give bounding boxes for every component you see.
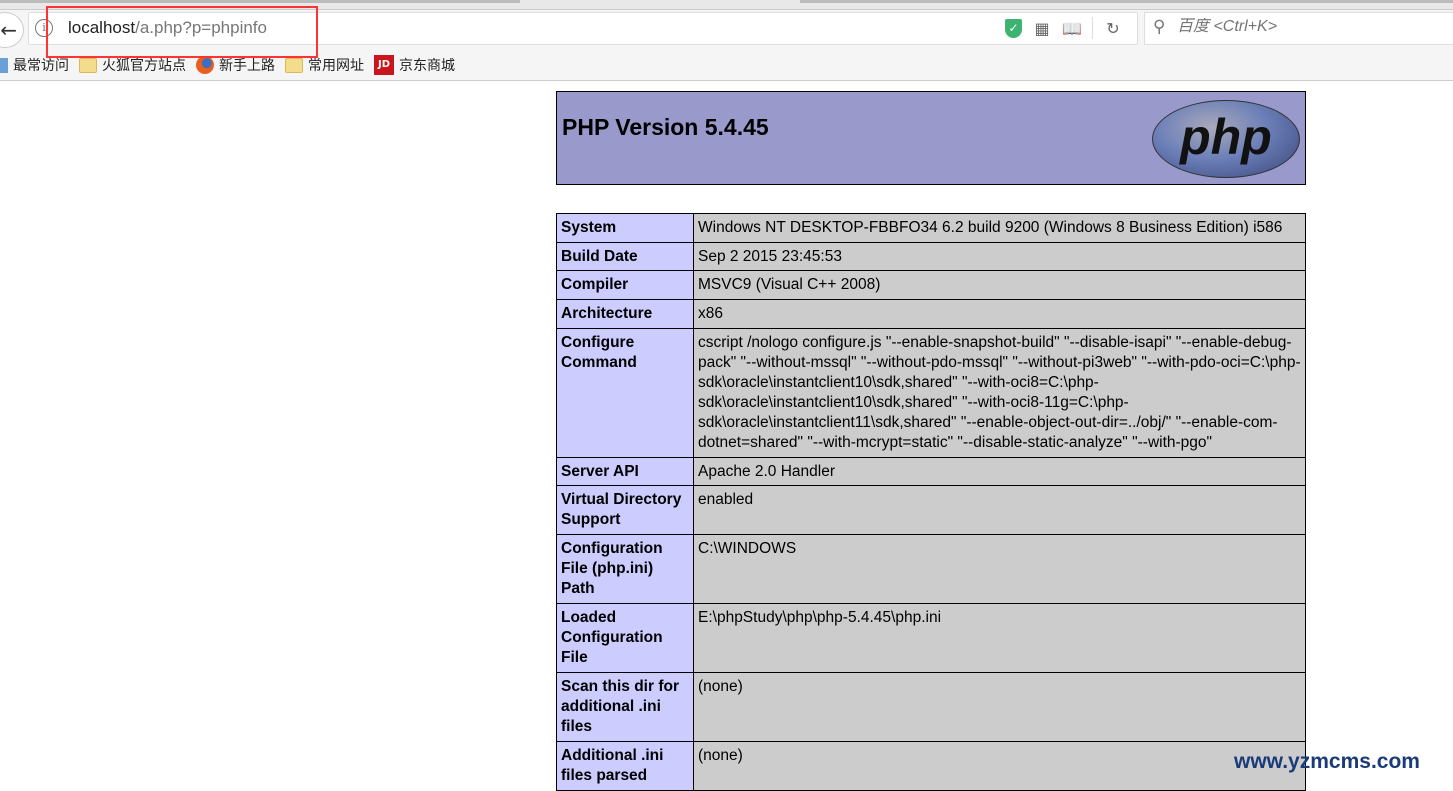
shield-check-icon[interactable]: ✓ (1005, 18, 1022, 38)
watermark: www.yzmcms.com (1234, 750, 1420, 773)
reload-icon[interactable]: ↻ (1103, 19, 1123, 38)
row-key: Virtual Directory Support (556, 485, 694, 535)
row-value: x86 (693, 299, 1306, 329)
table-row: Compiler MSVC9 (Visual C++ 2008) (556, 270, 1306, 300)
table-row: Architecture x86 (556, 299, 1306, 329)
folder-icon (79, 57, 97, 73)
page-title: PHP Version 5.4.45 (562, 114, 769, 140)
row-key: Compiler (556, 270, 694, 300)
back-button[interactable]: ← (0, 12, 24, 48)
bookmark-label: 京东商城 (399, 58, 455, 74)
table-row: Loaded Configuration File E:\phpStudy\php… (556, 603, 1306, 673)
row-value: Windows NT DESKTOP-FBBFO34 6.2 build 920… (693, 213, 1306, 243)
row-key: Configuration File (php.ini) Path (556, 534, 694, 604)
bookmark-label: 常用网址 (308, 58, 364, 74)
php-logo[interactable]: php (1152, 100, 1300, 178)
table-row: Build Date Sep 2 2015 23:45:53 (556, 242, 1306, 271)
search-input[interactable] (1177, 18, 1437, 36)
active-tab[interactable] (0, 0, 520, 3)
php-header: PHP Version 5.4.45 php (556, 91, 1306, 185)
firefox-icon (196, 56, 214, 74)
bookmark-label: 最常访问 (13, 58, 69, 74)
row-key: Build Date (556, 242, 694, 271)
row-key: Scan this dir for additional .ini files (556, 672, 694, 742)
row-value: (none) (693, 672, 1306, 742)
table-row: Configure Command cscript /nologo configu… (556, 328, 1306, 458)
search-box[interactable]: ⚲ (1144, 12, 1453, 45)
bookmark-getting-started[interactable]: 新手上路 (196, 55, 275, 75)
search-icon: ⚲ (1153, 17, 1166, 37)
row-key: System (556, 213, 694, 243)
row-key: Additional .ini files parsed (556, 741, 694, 791)
reader-view-icon[interactable]: 📖 (1062, 19, 1082, 38)
divider (1092, 17, 1093, 39)
row-value: Sep 2 2015 23:45:53 (693, 242, 1306, 271)
row-value: C:\WINDOWS (693, 534, 1306, 604)
row-value: enabled (693, 485, 1306, 535)
tab[interactable] (800, 0, 1453, 3)
bookmark-label: 火狐官方站点 (102, 58, 186, 74)
row-key: Server API (556, 457, 694, 486)
bookmark-jd[interactable]: JD 京东商城 (374, 55, 455, 75)
row-key: Configure Command (556, 328, 694, 458)
table-row: Server API Apache 2.0 Handler (556, 457, 1306, 486)
table-row: Scan this dir for additional .ini files(… (556, 672, 1306, 742)
url-highlight-box (46, 6, 318, 58)
table-row: Additional .ini files parsed (none) (556, 741, 1306, 791)
row-value: MSVC9 (Visual C++ 2008) (693, 270, 1306, 300)
row-key: Architecture (556, 299, 694, 329)
jd-logo-icon: JD (374, 55, 394, 75)
phpinfo-table: System Windows NT DESKTOP-FBBFO34 6.2 bui… (556, 213, 1306, 791)
bookmark-label: 新手上路 (219, 58, 275, 74)
folder-icon (285, 57, 303, 73)
table-row: Configuration File (php.ini) Path C:\WIND… (556, 534, 1306, 604)
qr-code-icon[interactable]: ▦ (1032, 19, 1052, 38)
row-value: E:\phpStudy\php\php-5.4.45\php.ini (693, 603, 1306, 673)
table-row: System Windows NT DESKTOP-FBBFO34 6.2 bui… (556, 213, 1306, 243)
row-key: Loaded Configuration File (556, 603, 694, 673)
row-value: (none) (693, 741, 1306, 791)
table-row: Virtual Directory Support enabled (556, 485, 1306, 535)
bookmark-most-visited[interactable]: 最常访问 (0, 55, 69, 75)
row-value: cscript /nologo configure.js "--enable-s… (693, 328, 1306, 458)
row-value: Apache 2.0 Handler (693, 457, 1306, 486)
bookmark-icon (0, 57, 8, 73)
bookmark-firefox-site[interactable]: 火狐官方站点 (79, 55, 186, 75)
bookmark-common-sites[interactable]: 常用网址 (285, 55, 364, 75)
